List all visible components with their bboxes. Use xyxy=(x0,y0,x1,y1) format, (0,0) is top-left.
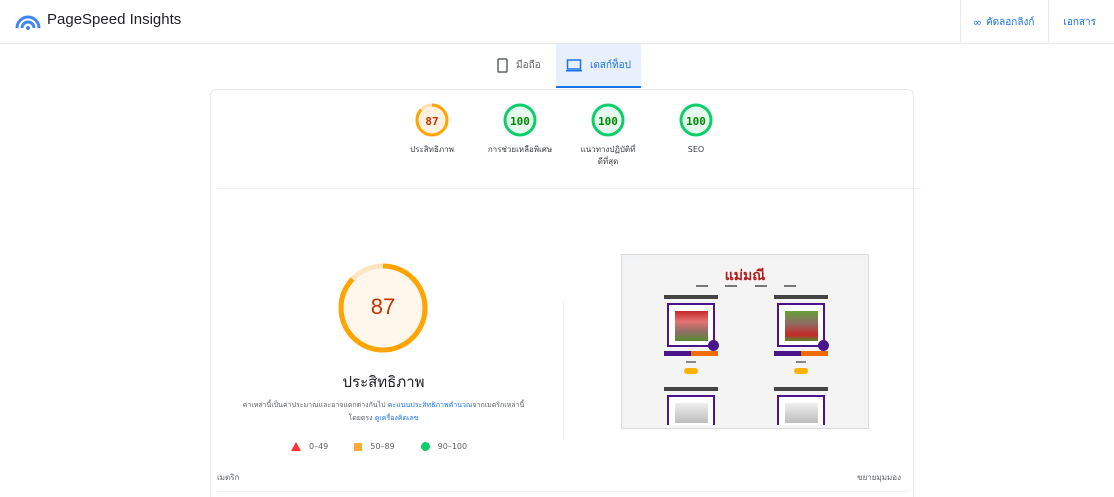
desktop-icon xyxy=(566,58,582,71)
performance-score: 87 xyxy=(370,294,396,319)
square-icon xyxy=(354,442,363,451)
tab-mobile-label: มือถือ xyxy=(516,59,541,71)
score-calc-link[interactable]: คะแนนประสิทธิภาพคำนวณ xyxy=(388,401,473,409)
device-tabs: มือถือ เดสก์ท็อป xyxy=(0,44,1114,88)
report-card: 87 ประสิทธิภาพ 100 การช่วยเหลือพิเศษ 100… xyxy=(210,89,921,497)
metrics-heading: เมตริก xyxy=(217,473,240,482)
legend-range: 90–100 xyxy=(437,442,468,451)
score-legend: 0–49 50–89 90–100 xyxy=(291,442,493,451)
legend-range: 0–49 xyxy=(309,442,329,451)
screenshot-product xyxy=(656,295,726,374)
triangle-icon xyxy=(291,442,301,451)
final-screenshot[interactable]: แม่มณี xyxy=(621,254,869,429)
metrics-divider xyxy=(217,491,909,492)
tab-desktop-label: เดสก์ท็อป xyxy=(590,59,632,71)
screenshot-shop-name: แม่มณี xyxy=(724,268,766,284)
performance-description: ค่าเหล่านี้เป็นค่าประมาณและอาจแตกต่างกัน… xyxy=(231,399,536,425)
link-icon: ∞ xyxy=(972,15,982,29)
app-title: PageSpeed Insights xyxy=(47,11,182,28)
copy-link-label: คัดลอกลิงก์ xyxy=(985,16,1035,28)
screenshot-product xyxy=(766,387,836,425)
performance-desc-text: ค่าเหล่านี้เป็นค่าประมาณและอาจแตกต่างกัน… xyxy=(242,401,388,409)
category-label: SEO xyxy=(687,145,705,154)
screenshot-nav xyxy=(696,285,796,287)
pagespeed-logo-icon xyxy=(15,15,41,30)
screenshot-page: แม่มณี xyxy=(626,259,864,428)
pagespeed-page: PageSpeed Insights ∞ คัดลอกลิงก์ เอกสาร … xyxy=(0,0,1114,497)
performance-title: ประสิทธิภาพ xyxy=(342,373,425,391)
tab-mobile[interactable]: มือถือ xyxy=(487,44,551,86)
screenshot-product xyxy=(656,387,726,425)
category-score: 100 xyxy=(510,115,530,128)
header-actions: ∞ คัดลอกลิงก์ เอกสาร xyxy=(959,0,1114,44)
legend-average: 50–89 xyxy=(354,442,395,451)
calculator-link[interactable]: ดูเครื่องคิดเลข xyxy=(375,414,419,422)
legend-fail: 0–49 xyxy=(291,442,328,451)
category-best-practices[interactable]: 100 แนวทางปฏิบัติที่ดีที่สุด xyxy=(563,102,653,168)
circle-icon xyxy=(420,442,430,451)
category-score: 100 xyxy=(686,115,706,128)
category-score: 87 xyxy=(425,115,439,128)
expand-view-button[interactable]: ขยายมุมมอง xyxy=(857,471,901,484)
legend-pass: 90–100 xyxy=(420,442,468,451)
copy-link-button[interactable]: ∞ คัดลอกลิงก์ xyxy=(959,0,1050,44)
docs-link[interactable]: เอกสาร xyxy=(1049,15,1114,30)
category-label: ประสิทธิภาพ xyxy=(410,145,454,154)
smartphone-icon xyxy=(497,57,508,73)
category-gauges: 87 ประสิทธิภาพ 100 การช่วยเหลือพิเศษ 100… xyxy=(211,90,915,190)
section-divider xyxy=(217,188,921,189)
category-label: แนวทางปฏิบัติที่ดีที่สุด xyxy=(580,145,636,166)
category-label: การช่วยเหลือพิเศษ xyxy=(487,145,553,154)
top-header: PageSpeed Insights ∞ คัดลอกลิงก์ เอกสาร xyxy=(0,0,1114,44)
category-accessibility[interactable]: 100 การช่วยเหลือพิเศษ xyxy=(475,102,565,156)
category-seo[interactable]: 100 SEO xyxy=(651,102,741,156)
category-performance[interactable]: 87 ประสิทธิภาพ xyxy=(387,102,477,156)
category-score: 100 xyxy=(598,115,618,128)
vertical-divider xyxy=(563,300,564,440)
legend-range: 50–89 xyxy=(370,442,395,451)
screenshot-product xyxy=(766,295,836,374)
tab-desktop[interactable]: เดสก์ท็อป xyxy=(556,44,642,88)
